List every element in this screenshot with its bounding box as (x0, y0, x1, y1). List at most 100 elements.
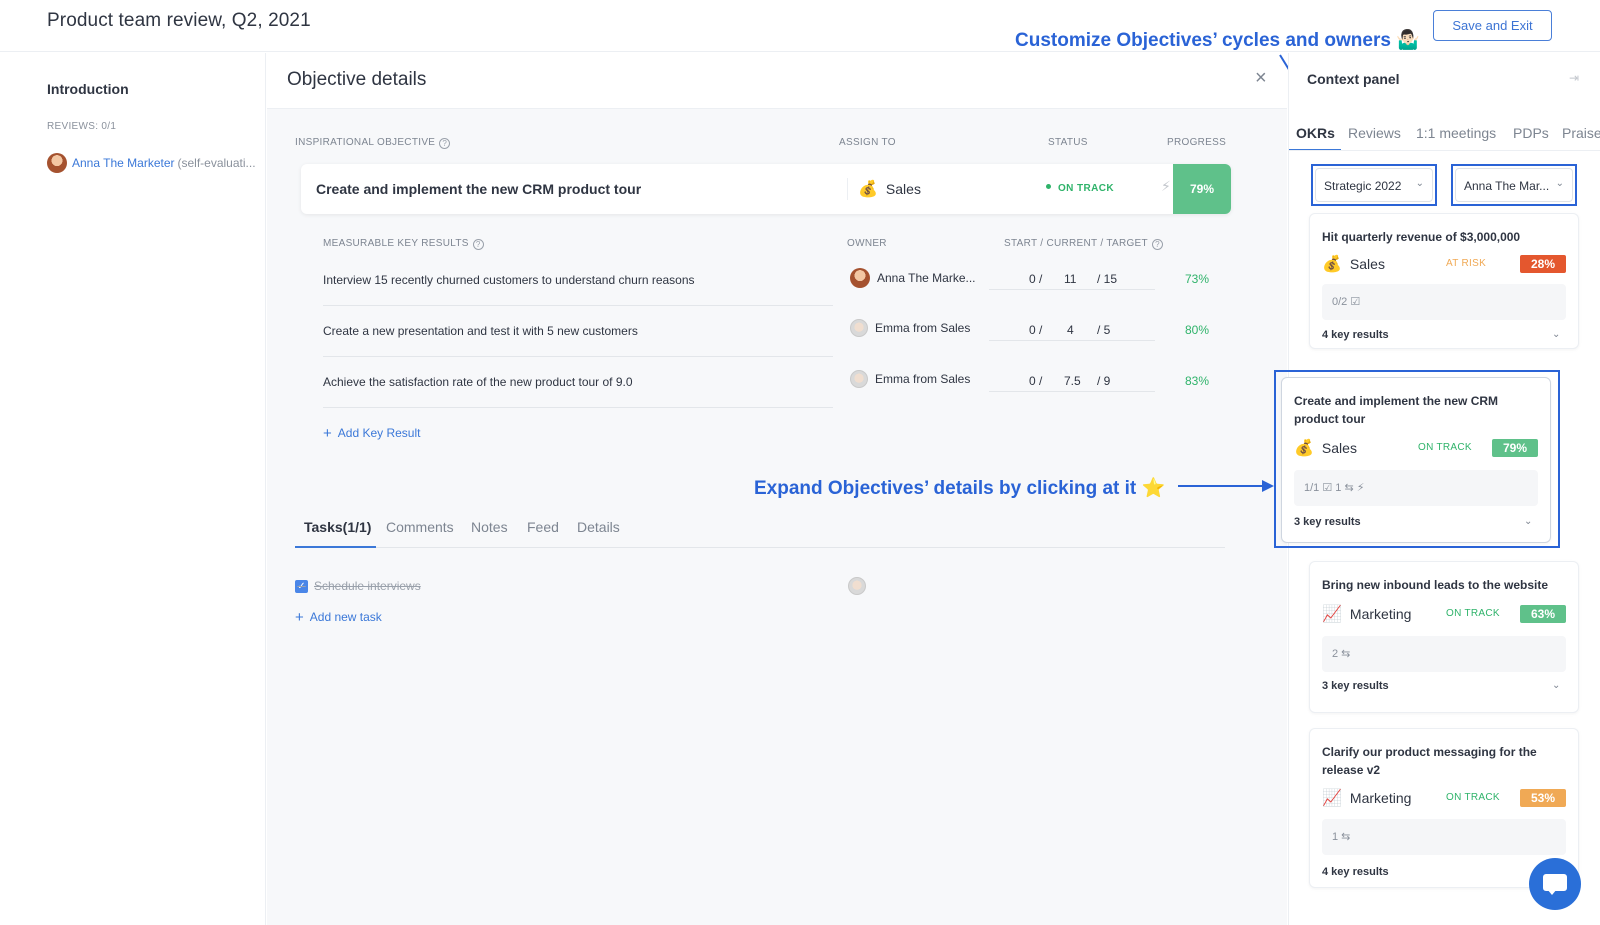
highlight-box-cycle (1311, 164, 1437, 206)
key-result-owner[interactable]: Emma from Sales (850, 319, 970, 337)
left-sidebar: Introduction REVIEWS: 0/1 Anna The Marke… (0, 53, 266, 925)
annotation-expand-details: Expand Objectives’ details by clicking a… (754, 478, 1166, 499)
chevron-down-icon[interactable]: ⌄ (1524, 516, 1532, 527)
current-value[interactable]: 4 (1067, 323, 1074, 337)
tab-feed[interactable]: Feed (527, 519, 559, 535)
annotation-arrow-right (1178, 480, 1274, 492)
tab-tasks[interactable]: Tasks(1/1) (304, 519, 371, 535)
okr-card[interactable]: Hit quarterly revenue of $3,000,000 💰 Sa… (1309, 213, 1579, 349)
okr-meta: 1/1 ☑ 1 ⇆ ⚡ (1294, 470, 1538, 506)
col-header-objective: INSPIRATIONAL OBJECTIVE? (295, 137, 451, 149)
help-icon: ? (1151, 239, 1163, 250)
key-results-count[interactable]: 3 key results (1322, 680, 1389, 692)
panel-header: Objective details × (267, 53, 1287, 109)
key-result-text[interactable]: Create a new presentation and test it wi… (323, 324, 638, 338)
checkbox-checked-icon[interactable]: ✓ (295, 579, 308, 593)
current-value[interactable]: 7.5 (1064, 374, 1081, 388)
col-header-values: START / CURRENT / TARGET? (1004, 238, 1163, 250)
chevron-down-icon[interactable]: ⌄ (1552, 329, 1560, 340)
okr-team: Sales (1321, 440, 1357, 456)
task-assignee-avatar[interactable] (848, 577, 866, 595)
reviewee-name: Anna The Marketer (72, 156, 175, 170)
page-title: Product team review, Q2, 2021 (47, 10, 311, 31)
col-header-progress: PROGRESS (1167, 137, 1227, 148)
key-result-percent: 83% (1185, 374, 1210, 388)
money-bag-icon: 💰 (1294, 438, 1314, 457)
key-result-values[interactable]: 0 / 4 / 5 (989, 319, 1155, 341)
key-result-text[interactable]: Interview 15 recently churned customers … (323, 273, 695, 287)
close-icon[interactable]: × (1255, 67, 1267, 90)
reviewee-type: (self-evaluati... (177, 156, 256, 170)
okr-team: Marketing (1349, 790, 1412, 806)
status-badge: ON TRACK (1418, 442, 1472, 453)
objective-row[interactable]: Create and implement the new CRM product… (301, 164, 1231, 214)
okr-team: Marketing (1349, 606, 1412, 622)
key-result-values[interactable]: 0 / 7.5 / 9 (989, 370, 1155, 392)
target-value: / 15 (1097, 272, 1118, 286)
add-new-task-button[interactable]: + Add new task (295, 609, 382, 626)
key-results-count[interactable]: 4 key results (1322, 866, 1389, 878)
task-title[interactable]: Schedule interviews (314, 579, 421, 593)
key-result-owner[interactable]: Anna The Marke... (850, 268, 976, 288)
status-badge: ON TRACK (1446, 792, 1500, 803)
objective-title[interactable]: Create and implement the new CRM product… (316, 181, 641, 197)
status-badge: AT RISK (1446, 258, 1487, 269)
col-header-key-results: MEASURABLE KEY RESULTS? (323, 238, 484, 250)
status-badge: ON TRACK (1446, 608, 1500, 619)
sidebar-title[interactable]: Introduction (47, 81, 129, 97)
tab-pdps[interactable]: PDPs (1513, 125, 1549, 141)
collapse-panel-icon[interactable]: ⇥ (1569, 71, 1579, 85)
key-result-owner[interactable]: Emma from Sales (850, 370, 970, 388)
current-value[interactable]: 11 (1064, 272, 1076, 286)
chat-icon[interactable] (1529, 858, 1581, 910)
tab-details[interactable]: Details (577, 519, 620, 535)
progress-badge: 63% (1520, 605, 1566, 623)
key-results-count[interactable]: 3 key results (1294, 516, 1361, 528)
avatar (850, 370, 868, 388)
start-value: 0 / (1029, 374, 1043, 388)
context-panel: Context panel ⇥ OKRs Reviews 1:1 meeting… (1274, 53, 1600, 925)
key-result-row[interactable]: Interview 15 recently churned customers … (323, 255, 833, 306)
key-result-row[interactable]: Create a new presentation and test it wi… (323, 306, 833, 357)
annotation-customize-cycles: Customize Objectives’ cycles and owners … (1015, 30, 1420, 51)
chart-increasing-icon: 📈 (1322, 788, 1342, 807)
progress-badge: 28% (1520, 255, 1566, 273)
sidebar-item-reviewee[interactable]: Anna The Marketer (self-evaluati... (47, 153, 256, 173)
chevron-down-icon[interactable]: ⌄ (1552, 680, 1560, 691)
help-icon: ? (472, 239, 484, 250)
start-value: 0 / (1029, 272, 1043, 286)
tab-okrs[interactable]: OKRs (1296, 125, 1335, 141)
money-bag-icon: 💰 (858, 179, 878, 198)
save-and-exit-button[interactable]: Save and Exit (1433, 10, 1552, 41)
details-tabs: Tasks(1/1) Comments Notes Feed Details (295, 515, 1225, 548)
task-item[interactable]: ✓ Schedule interviews (295, 579, 421, 593)
okr-card[interactable]: Bring new inbound leads to the website 📈… (1309, 561, 1579, 713)
highlight-box-owner (1451, 164, 1577, 206)
help-icon: ? (439, 138, 451, 149)
okr-title: Clarify our product messaging for the re… (1322, 745, 1537, 777)
col-header-owner: OWNER (847, 238, 887, 249)
okr-meta: 1 ⇆ (1322, 819, 1566, 855)
progress-value[interactable]: 79% (1173, 164, 1231, 214)
assign-to-field[interactable]: 💰 Sales (847, 178, 921, 200)
target-value: / 9 (1097, 374, 1111, 388)
key-result-text[interactable]: Achieve the satisfaction rate of the new… (323, 375, 633, 389)
reviews-count: REVIEWS: 0/1 (47, 121, 117, 132)
key-result-values[interactable]: 0 / 11 / 15 (989, 268, 1155, 290)
status-badge[interactable]: ON TRACK (1046, 183, 1114, 194)
key-result-row[interactable]: Achieve the satisfaction rate of the new… (323, 357, 833, 408)
context-tabs: OKRs Reviews 1:1 meetings PDPs Praise (1289, 115, 1600, 151)
okr-card-selected[interactable]: Create and implement the new CRM product… (1281, 377, 1551, 543)
progress-badge: 79% (1492, 439, 1538, 457)
tab-comments[interactable]: Comments (386, 519, 454, 535)
key-result-percent: 80% (1185, 323, 1210, 337)
tab-praise[interactable]: Praise (1562, 125, 1600, 141)
objective-details-panel: Objective details × INSPIRATIONAL OBJECT… (267, 53, 1287, 925)
tab-reviews[interactable]: Reviews (1348, 125, 1401, 141)
avatar (850, 268, 870, 288)
tab-notes[interactable]: Notes (471, 519, 508, 535)
avatar (47, 153, 67, 173)
key-results-count[interactable]: 4 key results (1322, 329, 1389, 341)
tab-meetings[interactable]: 1:1 meetings (1416, 125, 1496, 141)
add-key-result-button[interactable]: + Add Key Result (323, 425, 420, 442)
